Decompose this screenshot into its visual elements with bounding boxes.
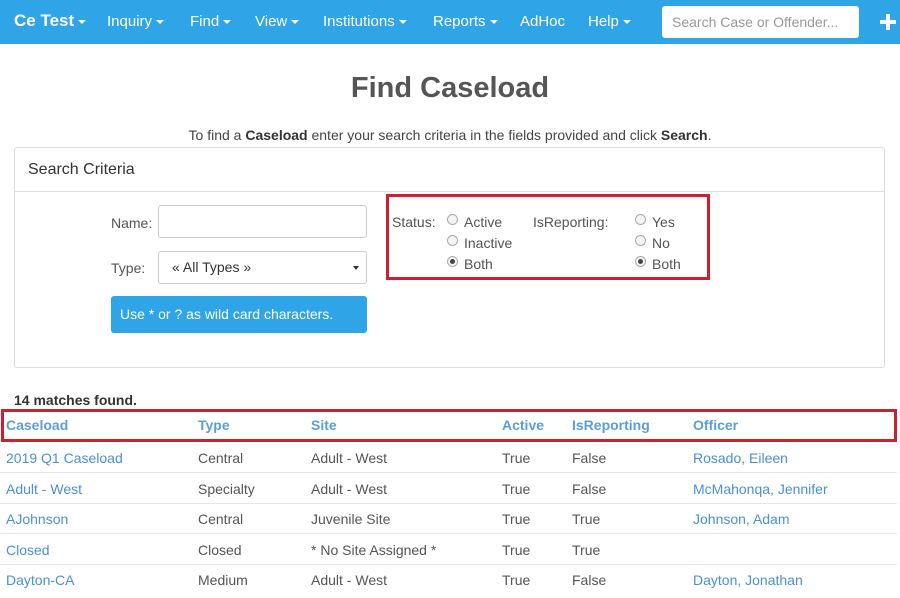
isreporting-both-radio[interactable]	[635, 256, 646, 267]
status-active-label[interactable]: Active	[464, 214, 502, 230]
caret-down-icon	[78, 19, 87, 24]
status-both-radio[interactable]	[447, 256, 458, 267]
status-inactive-label[interactable]: Inactive	[464, 235, 512, 251]
plus-icon[interactable]	[880, 14, 896, 30]
name-input[interactable]	[158, 205, 367, 238]
isreporting-yes-label[interactable]: Yes	[652, 214, 675, 230]
top-navbar: Ce Test Inquiry Find View Institutions R…	[0, 0, 900, 44]
row-divider	[0, 472, 897, 473]
caret-down-icon	[223, 20, 232, 25]
row-divider	[0, 533, 897, 534]
status-inactive-radio[interactable]	[447, 235, 458, 246]
dropdown-arrow-icon	[353, 266, 359, 270]
active-cell: True	[502, 572, 531, 588]
active-cell: True	[502, 481, 531, 497]
caret-down-icon	[398, 20, 407, 25]
page-title: Find Caseload	[350, 72, 550, 104]
type-label: Type:	[111, 260, 146, 276]
site-cell: Adult - West	[311, 481, 387, 497]
nav-find[interactable]: Find	[190, 13, 232, 30]
isreporting-cell: True	[572, 511, 601, 527]
column-header-site[interactable]: Site	[311, 417, 337, 433]
isreporting-no-label[interactable]: No	[652, 235, 670, 251]
row-divider	[0, 503, 897, 504]
search-input[interactable]: Search Case or Offender...	[662, 6, 859, 38]
nav-institutions[interactable]: Institutions	[323, 13, 407, 30]
nav-inquiry[interactable]: Inquiry	[107, 13, 165, 30]
type-select[interactable]: « All Types »	[158, 251, 367, 284]
status-label: Status:	[392, 214, 436, 230]
caret-down-icon	[489, 20, 498, 25]
panel-heading: Search Criteria	[15, 148, 884, 192]
officer-link[interactable]: Dayton, Jonathan	[693, 572, 803, 588]
wildcard-hint-button[interactable]: Use * or ? as wild card characters.	[111, 296, 367, 333]
isreporting-cell: False	[572, 572, 607, 588]
row-divider	[0, 564, 897, 565]
search-criteria-panel: Search Criteria Name: Type: « All Types …	[14, 147, 885, 368]
nav-help[interactable]: Help	[588, 13, 631, 30]
brand-menu[interactable]: Ce Test	[14, 11, 87, 31]
site-cell: * No Site Assigned *	[311, 542, 437, 558]
active-cell: True	[502, 542, 531, 558]
caseload-link[interactable]: AJohnson	[6, 511, 68, 527]
isreporting-cell: False	[572, 481, 607, 497]
name-label: Name:	[111, 215, 153, 231]
isreporting-both-label[interactable]: Both	[652, 256, 681, 272]
officer-link[interactable]: Johnson, Adam	[693, 511, 790, 527]
header-highlight-box	[1, 409, 897, 442]
officer-link[interactable]: Rosado, Eileen	[693, 450, 788, 466]
type-cell: Closed	[198, 542, 242, 558]
nav-reports[interactable]: Reports	[433, 13, 498, 30]
nav-adhoc[interactable]: AdHoc	[520, 13, 565, 30]
type-cell: Central	[198, 450, 244, 466]
isreporting-no-radio[interactable]	[635, 235, 646, 246]
status-active-radio[interactable]	[447, 214, 458, 225]
type-cell: Central	[198, 511, 244, 527]
active-cell: True	[502, 511, 531, 527]
column-header-caseload[interactable]: Caseload	[6, 417, 68, 433]
caseload-link[interactable]: Dayton-CA	[6, 572, 74, 588]
caret-down-icon	[622, 20, 631, 25]
instructions-text: To find a Caseload enter your search cri…	[188, 127, 712, 143]
status-both-label[interactable]: Both	[464, 256, 493, 272]
caret-down-icon	[156, 20, 165, 25]
isreporting-yes-radio[interactable]	[635, 214, 646, 225]
caseload-link[interactable]: Closed	[6, 542, 50, 558]
isreporting-cell: True	[572, 542, 601, 558]
column-header-type[interactable]: Type	[198, 417, 230, 433]
column-header-officer[interactable]: Officer	[693, 417, 738, 433]
column-header-isreporting[interactable]: IsReporting	[572, 417, 650, 433]
officer-link[interactable]: McMahonqa, Jennifer	[693, 481, 828, 497]
match-count: 14 matches found.	[14, 392, 137, 408]
caseload-link[interactable]: Adult - West	[6, 481, 82, 497]
active-cell: True	[502, 450, 531, 466]
site-cell: Adult - West	[311, 572, 387, 588]
isreporting-cell: False	[572, 450, 607, 466]
nav-view[interactable]: View	[255, 13, 300, 30]
type-cell: Medium	[198, 572, 248, 588]
site-cell: Adult - West	[311, 450, 387, 466]
column-header-active[interactable]: Active	[502, 417, 544, 433]
isreporting-label: IsReporting:	[533, 214, 609, 230]
type-cell: Specialty	[198, 481, 255, 497]
caseload-link[interactable]: 2019 Q1 Caseload	[6, 450, 123, 466]
caret-down-icon	[291, 20, 300, 25]
site-cell: Juvenile Site	[311, 511, 391, 527]
